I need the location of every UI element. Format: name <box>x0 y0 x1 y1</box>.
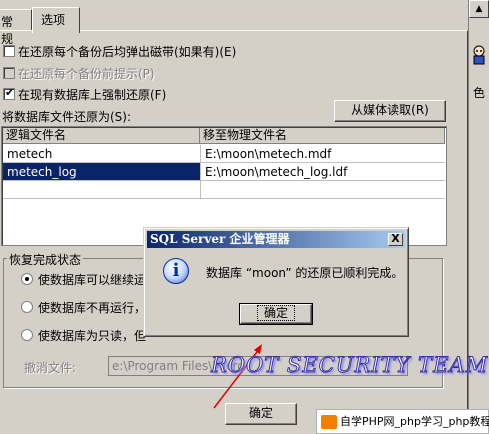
close-icon[interactable]: X <box>388 233 403 246</box>
info-icon: i <box>163 258 189 284</box>
recovery-option-radio[interactable] <box>21 273 33 285</box>
restore-as-label: 将数据库文件还原为(S): <box>2 110 132 124</box>
eject-tape-label: 在还原每个备份后均弹出磁带(如果有)(E) <box>18 45 237 59</box>
tab-options-label: 选项 <box>41 13 66 27</box>
table-cell-physical[interactable]: E:\moon\metech_log.ldf <box>200 163 445 181</box>
watermark: ROOT SECURITY TEAM <box>210 353 489 378</box>
eject-tape-checkbox[interactable] <box>3 45 15 57</box>
standby-option-label: 使数据库为只读，但 <box>38 329 147 343</box>
dialog-ok-button[interactable]: 确定 <box>239 303 313 325</box>
norecovery-option-radio[interactable] <box>21 301 33 313</box>
standby-option-radio[interactable] <box>21 329 33 341</box>
user-avatar-icon <box>471 45 487 65</box>
logo-icon <box>321 415 337 429</box>
read-from-media-label: 从媒体读取(R) <box>351 103 429 117</box>
dialog-titlebar[interactable]: SQL Server 企业管理器 X <box>147 231 405 248</box>
table-cell-logical[interactable]: metech <box>3 145 200 163</box>
table-cell-empty[interactable] <box>3 181 200 199</box>
force-restore-label: 在现有数据库上强制还原(F) <box>18 88 167 102</box>
right-edge-text: 色 <box>473 86 486 100</box>
radio-dot-icon <box>25 277 29 281</box>
tab-options[interactable]: 选项 <box>32 7 80 33</box>
prompt-before-label: 在还原每个备份前提示(P) <box>18 67 155 81</box>
dialog-ok-label: 确定 <box>256 305 296 321</box>
prompt-before-checkbox <box>3 67 15 79</box>
dialog-title: SQL Server 企业管理器 <box>150 232 290 246</box>
scroll-up-icon[interactable]: ▲ <box>469 0 489 18</box>
column-header-logical[interactable]: 逻辑文件名 <box>3 128 200 144</box>
table-cell-physical[interactable]: E:\moon\metech.mdf <box>200 145 445 163</box>
checkmark-icon: ✔ <box>5 86 15 99</box>
column-header-physical[interactable]: 移至物理文件名 <box>200 128 445 144</box>
force-restore-checkbox[interactable]: ✔ <box>3 86 15 100</box>
table-cell-logical-selected[interactable]: metech_log <box>3 163 200 181</box>
dialog-message: 数据库 “moon” 的还原已顺利完成。 <box>206 266 404 280</box>
undo-file-label: 撤消文件: <box>24 361 77 375</box>
norecovery-option-label: 使数据库不再运行， <box>38 301 147 315</box>
logo-text: 自学PHP网_php学习_php教程 <box>340 415 489 428</box>
tab-general[interactable]: 常规 <box>0 9 32 46</box>
recovery-option-label: 使数据库可以继续运 <box>38 273 147 287</box>
table-cell-empty[interactable] <box>200 181 445 199</box>
read-from-media-button[interactable]: 从媒体读取(R) <box>334 100 446 122</box>
site-logo: 自学PHP网_php学习_php教程 <box>316 409 489 434</box>
message-dialog: SQL Server 企业管理器 X i 数据库 “moon” 的还原已顺利完成… <box>143 227 409 337</box>
recovery-group-label: 恢复完成状态 <box>7 251 84 268</box>
